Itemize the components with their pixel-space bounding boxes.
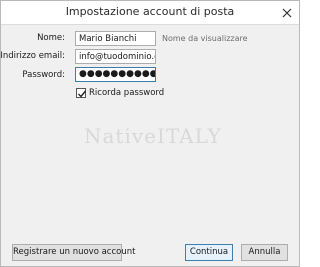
close-icon[interactable]	[281, 7, 293, 19]
name-field[interactable]: Mario Bianchi	[75, 31, 156, 46]
name-hint: Nome da visualizzare	[162, 34, 248, 43]
window-title: Impostazione account di posta	[65, 5, 235, 18]
email-field[interactable]: info@tuodominio.eu	[75, 49, 156, 64]
watermark-text-italy: ITALY	[157, 124, 222, 148]
checkmark-icon	[78, 90, 87, 98]
password-field[interactable]: ●●●●●●●●●●●	[75, 67, 156, 82]
title-bar[interactable]: Impostazione account di posta	[1, 1, 299, 25]
cancel-button[interactable]: Annulla	[241, 244, 288, 261]
email-label: Indirizzo email:	[0, 51, 65, 61]
remember-password-label: Ricorda password	[89, 88, 165, 98]
dialog-window: Impostazione account di posta Nome: Mari…	[0, 0, 300, 267]
remember-password-checkbox[interactable]	[76, 88, 87, 98]
watermark-text-native: Native	[84, 124, 157, 148]
watermark-logo: NativeITALY	[84, 124, 221, 148]
continue-button[interactable]: Continua	[185, 244, 233, 261]
name-label: Nome:	[37, 33, 65, 43]
password-label: Password:	[22, 70, 65, 80]
register-account-button[interactable]: Registrare un nuovo account	[12, 244, 135, 261]
